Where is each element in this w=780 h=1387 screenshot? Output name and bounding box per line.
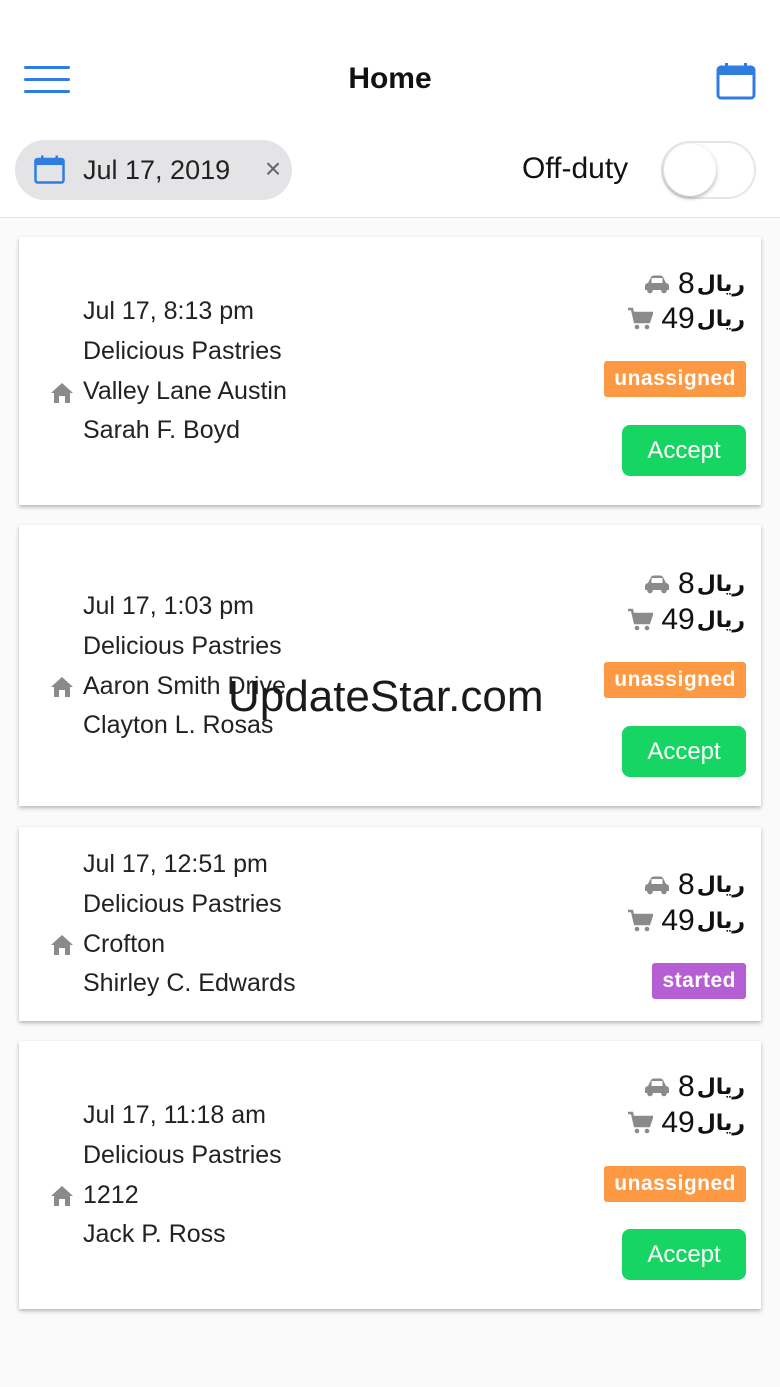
order-card[interactable]: Jul 17, 8:13 pm Delicious Pastries Valley … [19, 237, 761, 505]
page-title: Home [348, 62, 432, 95]
delivery-fee-amount: 8 [678, 567, 695, 600]
currency-label: ريال [696, 271, 745, 296]
cart-icon [628, 307, 654, 330]
car-icon [645, 876, 670, 895]
currency-label: ريال [696, 872, 745, 897]
currency-label: ريال [696, 1074, 745, 1099]
order-store: Delicious Pastries [83, 1141, 282, 1169]
order-customer: Shirley C. Edwards [83, 969, 296, 997]
order-address: Valley Lane Austin [83, 377, 287, 405]
calendar-icon [34, 155, 65, 184]
order-total-amount: 49 [661, 904, 695, 937]
accept-button[interactable]: Accept [622, 726, 746, 777]
clear-date-button[interactable]: × [258, 152, 288, 186]
order-total-row: 49 ريال [627, 1106, 745, 1140]
delivery-fee-row: 8 ريال [644, 267, 745, 301]
delivery-fee-row: 8 ريال [644, 1070, 745, 1104]
delivery-fee-amount: 8 [678, 868, 695, 901]
status-badge: unassigned [604, 662, 746, 698]
order-time: Jul 17, 12:51 pm [83, 850, 268, 878]
order-address: Aaron Smith Drive [83, 672, 286, 700]
accept-button[interactable]: Accept [622, 1229, 746, 1280]
delivery-fee-row: 8 ريال [644, 868, 745, 902]
order-time: Jul 17, 1:03 pm [83, 592, 254, 620]
cart-icon [628, 1111, 654, 1134]
order-store: Delicious Pastries [83, 337, 282, 365]
toggle-knob [664, 144, 716, 196]
currency-label: ريال [696, 306, 745, 331]
order-customer: Sarah F. Boyd [83, 416, 241, 444]
calendar-button[interactable] [716, 62, 756, 100]
delivery-fee-amount: 8 [678, 1070, 695, 1103]
home-icon [50, 1185, 74, 1207]
car-icon [645, 275, 670, 294]
order-total-amount: 49 [661, 302, 695, 335]
date-filter-chip[interactable]: Jul 17, 2019 × [15, 140, 292, 200]
status-badge: unassigned [604, 1166, 746, 1202]
currency-label: ريال [696, 908, 745, 933]
order-total-amount: 49 [661, 1106, 695, 1139]
cart-icon [628, 909, 654, 932]
calendar-icon [716, 63, 756, 100]
status-badge: started [652, 963, 746, 999]
car-icon [645, 1078, 670, 1097]
order-card[interactable]: Jul 17, 11:18 am Delicious Pastries 1212 Ja… [19, 1041, 761, 1309]
order-address: Crofton [83, 930, 165, 958]
delivery-fee-amount: 8 [678, 267, 695, 300]
accept-button[interactable]: Accept [622, 425, 746, 476]
order-time: Jul 17, 11:18 am [83, 1101, 266, 1129]
car-icon [645, 575, 670, 594]
currency-label: ريال [696, 607, 745, 632]
status-badge: unassigned [604, 361, 746, 397]
home-icon [50, 676, 74, 698]
order-address: 1212 [83, 1181, 139, 1209]
delivery-fee-row: 8 ريال [644, 567, 745, 601]
home-icon [50, 934, 74, 956]
order-total-amount: 49 [661, 603, 695, 636]
order-store: Delicious Pastries [83, 890, 282, 918]
order-customer: Jack P. Ross [83, 1220, 226, 1248]
date-filter-value: Jul 17, 2019 [83, 155, 231, 185]
home-icon [50, 382, 74, 404]
currency-label: ريال [696, 571, 745, 596]
order-total-row: 49 ريال [627, 302, 745, 336]
order-card[interactable]: Jul 17, 1:03 pm Delicious Pastries Aaron S… [19, 525, 761, 806]
currency-label: ريال [696, 1110, 745, 1135]
offduty-label: Off-duty [522, 152, 629, 185]
order-total-row: 49 ريال [627, 904, 745, 938]
order-store: Delicious Pastries [83, 632, 282, 660]
app-header: Home Jul 17, 2019 × Off-duty [0, 0, 780, 218]
order-time: Jul 17, 8:13 pm [83, 297, 254, 325]
order-customer: Clayton L. Rosas [83, 711, 274, 739]
offduty-toggle[interactable] [661, 141, 756, 199]
order-card[interactable]: Jul 17, 12:51 pm Delicious Pastries Crofto… [19, 827, 761, 1021]
order-total-row: 49 ريال [627, 603, 745, 637]
cart-icon [628, 608, 654, 631]
